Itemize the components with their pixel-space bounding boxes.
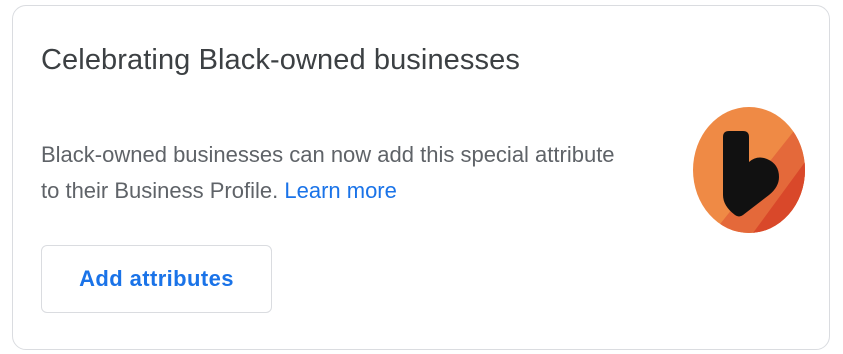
black-owned-promo-card: Celebrating Black-owned businesses Black…	[12, 5, 830, 350]
card-description: Black-owned businesses can now add this …	[41, 137, 621, 209]
heart-badge-svg	[693, 107, 805, 233]
learn-more-link[interactable]: Learn more	[284, 178, 397, 203]
add-attributes-button[interactable]: Add attributes	[41, 245, 272, 313]
black-owned-heart-badge-icon	[693, 107, 805, 233]
card-title: Celebrating Black-owned businesses	[41, 44, 520, 76]
